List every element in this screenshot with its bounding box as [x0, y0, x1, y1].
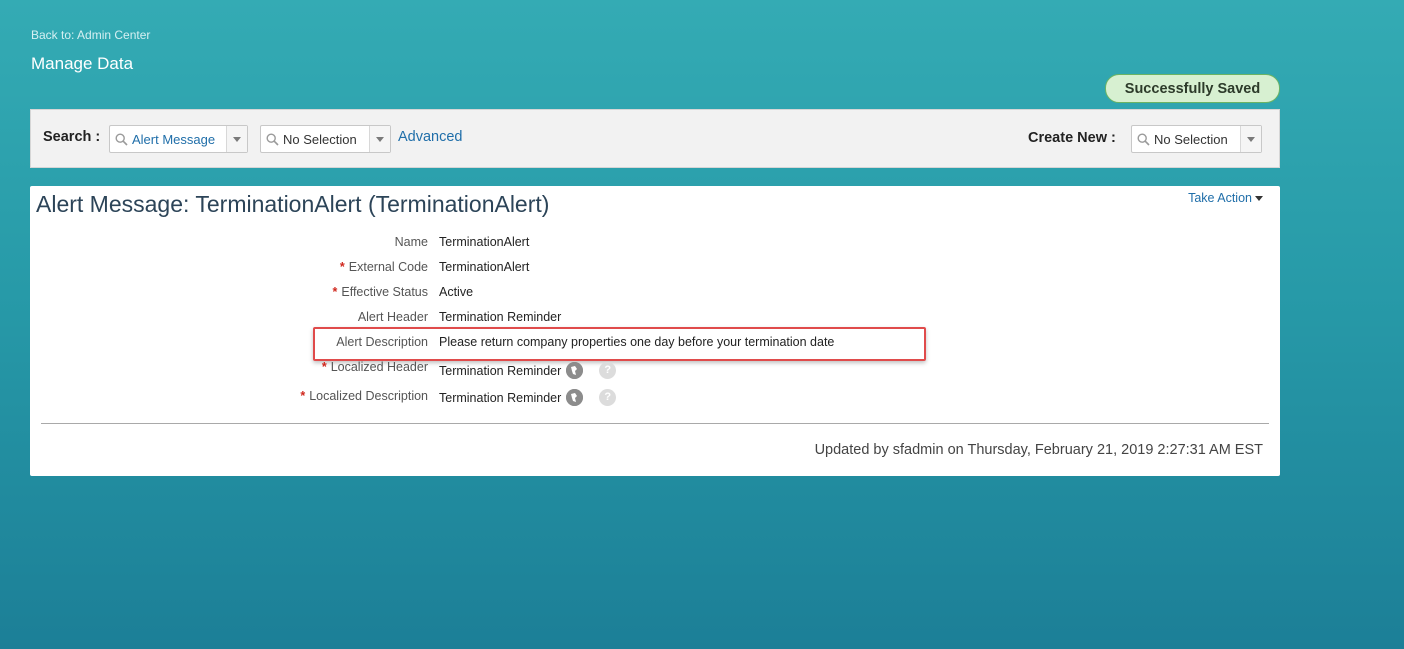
- record-detail-panel: Alert Message: TerminationAlert (Termina…: [30, 186, 1280, 476]
- create-new-value: No Selection: [1154, 131, 1228, 147]
- search-type-combobox[interactable]: Alert Message: [109, 125, 248, 153]
- localized-description-value: Termination Reminder: [439, 390, 562, 405]
- success-status-badge: Successfully Saved: [1105, 74, 1280, 103]
- help-icon[interactable]: ?: [599, 362, 617, 379]
- back-to-admin-center-link[interactable]: Back to: Admin Center: [31, 28, 150, 42]
- field-row-localized-description: * Localized Description Termination Remin…: [30, 389, 1280, 409]
- required-marker: *: [321, 360, 327, 374]
- search-toolbar: Search : Alert Message No Selection Adva…: [30, 109, 1280, 168]
- field-row-localized-header: * Localized Header Termination Reminder ?: [30, 360, 1280, 380]
- take-action-menu[interactable]: Take Action: [1188, 191, 1263, 205]
- caret-down-icon: [1255, 195, 1263, 201]
- field-row-name: Name TerminationAlert: [30, 235, 1280, 255]
- chevron-down-icon[interactable]: [369, 126, 390, 152]
- field-value: Active: [439, 285, 474, 299]
- search-item-value: No Selection: [283, 131, 357, 147]
- page-title: Manage Data: [31, 54, 134, 73]
- search-item-combobox[interactable]: No Selection: [260, 125, 391, 153]
- required-marker: *: [332, 285, 338, 299]
- chevron-down-icon[interactable]: [226, 126, 247, 152]
- magnifier-icon: [1132, 126, 1154, 152]
- field-label: Name: [394, 235, 428, 249]
- last-updated-text: Updated by sfadmin on Thursday, February…: [814, 442, 1263, 458]
- required-marker: *: [300, 389, 306, 403]
- field-label: * Localized Description: [300, 389, 428, 403]
- field-value: TerminationAlert: [439, 235, 530, 249]
- field-label: Alert Header: [357, 310, 428, 324]
- field-label: * Localized Header: [321, 360, 428, 374]
- field-value: Termination Reminder ?: [439, 389, 617, 406]
- search-type-value: Alert Message: [132, 131, 216, 147]
- field-label: * External Code: [339, 260, 428, 274]
- advanced-search-link[interactable]: Advanced: [398, 129, 463, 145]
- required-marker: *: [339, 260, 345, 274]
- take-action-label: Take Action: [1188, 191, 1252, 205]
- localized-header-value: Termination Reminder: [439, 363, 562, 378]
- globe-icon[interactable]: [566, 362, 584, 379]
- field-value: Termination Reminder: [439, 310, 562, 324]
- divider: [41, 423, 1269, 424]
- field-label: * Effective Status: [332, 285, 429, 299]
- magnifier-icon: [110, 126, 132, 152]
- chevron-down-icon[interactable]: [1240, 126, 1261, 152]
- highlight-annotation-box: [313, 327, 926, 361]
- create-new-combobox[interactable]: No Selection: [1131, 125, 1262, 153]
- field-value: Termination Reminder ?: [439, 362, 617, 379]
- search-label: Search :: [43, 129, 101, 145]
- record-title: Alert Message: TerminationAlert (Termina…: [36, 191, 550, 217]
- help-icon[interactable]: ?: [599, 389, 617, 406]
- create-new-label: Create New :: [1028, 130, 1116, 146]
- field-value: TerminationAlert: [439, 260, 530, 274]
- globe-icon[interactable]: [566, 389, 584, 406]
- field-row-effective-status: * Effective Status Active: [30, 285, 1280, 305]
- magnifier-icon: [261, 126, 283, 152]
- field-row-external-code: * External Code TerminationAlert: [30, 260, 1280, 280]
